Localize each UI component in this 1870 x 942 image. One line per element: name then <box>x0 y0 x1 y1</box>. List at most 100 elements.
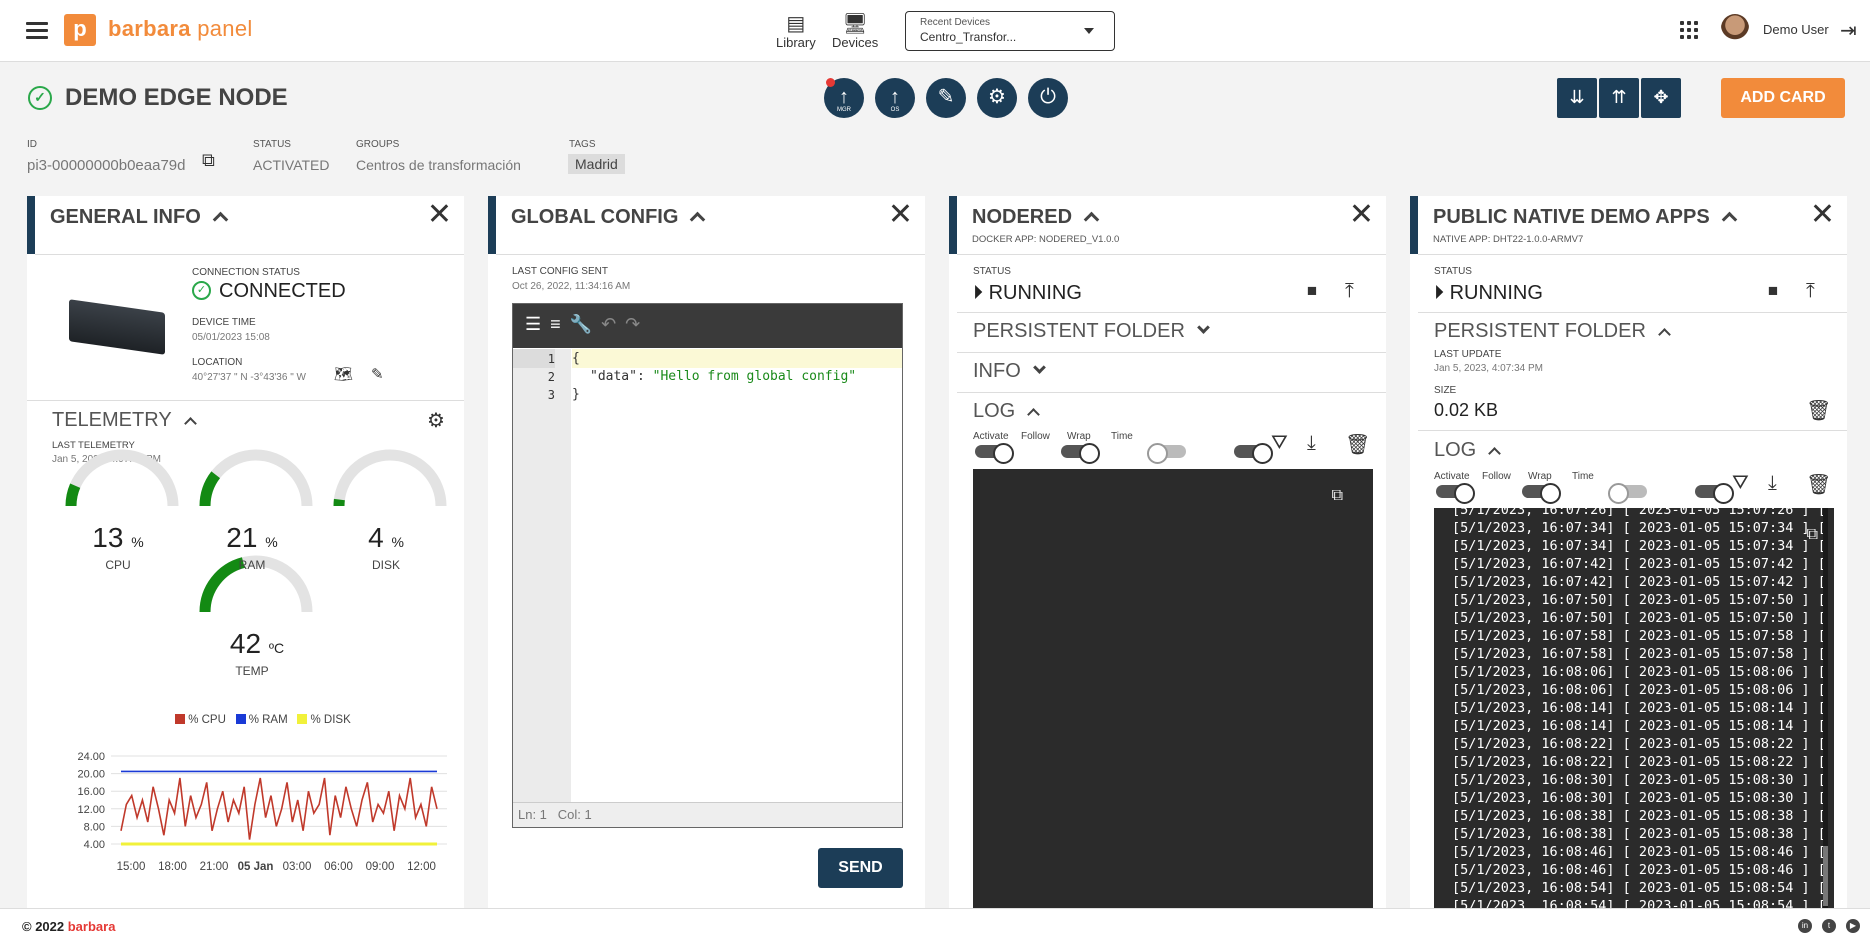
trash-icon[interactable]: 🗑 <box>1806 398 1831 423</box>
persistent-folder-header[interactable]: PERSISTENT FOLDER <box>1434 320 1671 343</box>
close-icon[interactable]: ✕ <box>1810 200 1835 230</box>
compact-icon[interactable]: ≡ <box>550 314 570 334</box>
card-title[interactable]: NODERED <box>972 206 1100 229</box>
linkedin-icon[interactable]: in <box>1798 919 1812 933</box>
avatar[interactable] <box>1721 14 1749 46</box>
log-scrollbar[interactable] <box>1823 508 1828 908</box>
filter-icon[interactable]: ⛛ <box>1271 432 1288 455</box>
close-icon[interactable]: ✕ <box>1349 200 1374 230</box>
y-tick-label: 20.00 <box>77 769 105 781</box>
activate-toggle[interactable] <box>975 443 1014 464</box>
temp-value: 42 <box>229 628 262 659</box>
wrap-toggle[interactable] <box>1146 443 1186 464</box>
y-tick-label: 24.00 <box>77 751 105 763</box>
scroll-thumb[interactable] <box>1823 846 1828 906</box>
general-info-card: GENERAL INFO ✕ CONNECTION STATUS ✓ CONNE… <box>27 196 464 908</box>
toggle-label: Wrap <box>1067 431 1091 442</box>
logo-icon[interactable]: p <box>64 14 96 46</box>
menu-icon[interactable] <box>26 22 48 39</box>
info-header[interactable]: INFO <box>973 360 1046 383</box>
last-config-value: Oct 26, 2022, 11:34:16 AM <box>512 281 631 292</box>
time-toggle[interactable] <box>1234 443 1274 464</box>
log-line: [5/1/2023, 16:08:14] [ 2023-01-05 15:08:… <box>1452 700 1834 716</box>
undo-icon[interactable]: ↶ <box>601 314 625 334</box>
upload-icon[interactable]: ⤒ <box>1345 280 1354 303</box>
twitter-icon[interactable]: t <box>1822 919 1836 933</box>
external-link-icon[interactable]: ⧉ <box>1807 526 1818 544</box>
divider <box>1418 254 1847 255</box>
logo-text[interactable]: barbara panel <box>108 16 253 42</box>
copy-icon[interactable]: ⧉ <box>202 150 215 171</box>
upload-os-button[interactable]: ↑ OS <box>875 78 915 118</box>
cpu-gauge-value: 13 % <box>83 522 153 554</box>
last-update-value: Jan 5, 2023, 4:07:34 PM <box>1434 363 1543 374</box>
external-link-icon[interactable]: ⧉ <box>1332 487 1343 505</box>
toggle-label: Follow <box>1021 431 1050 442</box>
legend-disk[interactable]: % DISK <box>297 714 351 726</box>
legend-ram[interactable]: % RAM <box>235 714 288 726</box>
log-header[interactable]: LOG <box>1434 439 1502 462</box>
nodered-card: NODERED DOCKER APP: NODERED_V1.0.0 ✕ STA… <box>949 196 1386 908</box>
arrange-button[interactable]: ✥ <box>1641 78 1681 118</box>
recent-devices-select[interactable]: Recent Devices Centro_Transfor... <box>905 11 1115 51</box>
time-toggle[interactable] <box>1695 483 1735 504</box>
ram-gauge-label: RAM <box>238 558 266 572</box>
persistent-folder-header[interactable]: PERSISTENT FOLDER <box>973 320 1210 343</box>
settings-button[interactable]: ⚙ <box>977 78 1017 118</box>
legend-cpu[interactable]: % CPU <box>175 714 226 726</box>
wrap-toggle[interactable] <box>1607 483 1647 504</box>
copyright: © 2022 barbara <box>22 919 115 934</box>
power-button[interactable]: ⏻ <box>1028 78 1068 118</box>
log-lines: [5/1/2023, 16:07:26] [ 2023-01-05 15:07:… <box>1452 508 1834 908</box>
log-viewer[interactable]: [5/1/2023, 16:07:26] [ 2023-01-05 15:07:… <box>1434 508 1834 908</box>
collapse-all-button[interactable]: ⇊ <box>1557 78 1597 118</box>
card-subtitle: NATIVE APP: DHT22-1.0.0-ARMV7 <box>1433 234 1584 245</box>
log-header[interactable]: LOG <box>973 400 1041 423</box>
apps-grid-icon[interactable] <box>1680 21 1698 39</box>
x-tick-label: 03:00 <box>283 861 312 873</box>
send-button[interactable]: SEND <box>818 848 903 888</box>
follow-toggle[interactable] <box>1061 443 1101 464</box>
code-area[interactable]: { "data": "Hello from global config" } <box>572 349 902 404</box>
upload-icon[interactable]: ⤒ <box>1806 280 1815 303</box>
log-line: [5/1/2023, 16:07:50] [ 2023-01-05 15:07:… <box>1452 610 1834 626</box>
chevron-up-icon <box>1083 211 1100 228</box>
format-icon[interactable]: ☰ <box>525 314 550 334</box>
y-tick-label: 12.00 <box>77 804 105 816</box>
json-editor[interactable]: ☰≡🔧↶↷ 1 2 3 { "data": "Hello from global… <box>512 303 903 828</box>
nav-devices[interactable]: 🖥 Devices <box>832 13 878 50</box>
library-icon: ▤ <box>786 13 806 35</box>
expand-all-button[interactable]: ⇈ <box>1599 78 1639 118</box>
add-card-button[interactable]: ADD CARD <box>1721 78 1845 118</box>
youtube-icon[interactable]: ▶ <box>1846 919 1860 933</box>
close-icon[interactable]: ✕ <box>888 200 913 230</box>
nav-library[interactable]: ▤ Library <box>776 13 816 50</box>
code-brace-close: } <box>572 387 580 402</box>
log-viewer[interactable]: ⧉ <box>973 469 1373 908</box>
double-chevron-down-icon: ⇊ <box>1569 87 1585 107</box>
tag-chip[interactable]: Madrid <box>568 154 625 174</box>
activate-toggle[interactable] <box>1436 483 1475 504</box>
user-name[interactable]: Demo User <box>1763 22 1829 37</box>
logout-icon[interactable]: ⇥ <box>1840 18 1857 43</box>
download-icon[interactable]: ⤓ <box>1307 432 1316 455</box>
footer-brand[interactable]: barbara <box>68 919 116 934</box>
wrench-icon[interactable]: 🔧 <box>570 314 601 334</box>
legend-disk-text: % DISK <box>310 714 351 726</box>
card-title[interactable]: GLOBAL CONFIG <box>511 206 706 229</box>
redo-icon[interactable]: ↷ <box>625 314 649 334</box>
follow-toggle[interactable] <box>1522 483 1562 504</box>
log-line: [5/1/2023, 16:07:34] [ 2023-01-05 15:07:… <box>1452 538 1834 554</box>
trash-icon[interactable]: 🗑 <box>1345 432 1370 457</box>
card-title[interactable]: PUBLIC NATIVE DEMO APPS <box>1433 206 1737 229</box>
stop-icon[interactable]: ⏹ <box>1768 280 1778 303</box>
trash-icon[interactable]: 🗑 <box>1806 472 1831 497</box>
toggle-label: Follow <box>1482 471 1511 482</box>
edit-button[interactable]: ✎ <box>926 78 966 118</box>
power-icon: ⏻ <box>1040 86 1056 108</box>
divider <box>957 352 1386 353</box>
filter-icon[interactable]: ⛛ <box>1732 472 1749 495</box>
upload-os-sub: OS <box>890 107 900 113</box>
download-icon[interactable]: ⤓ <box>1768 472 1777 495</box>
stop-icon[interactable]: ⏹ <box>1307 280 1317 303</box>
